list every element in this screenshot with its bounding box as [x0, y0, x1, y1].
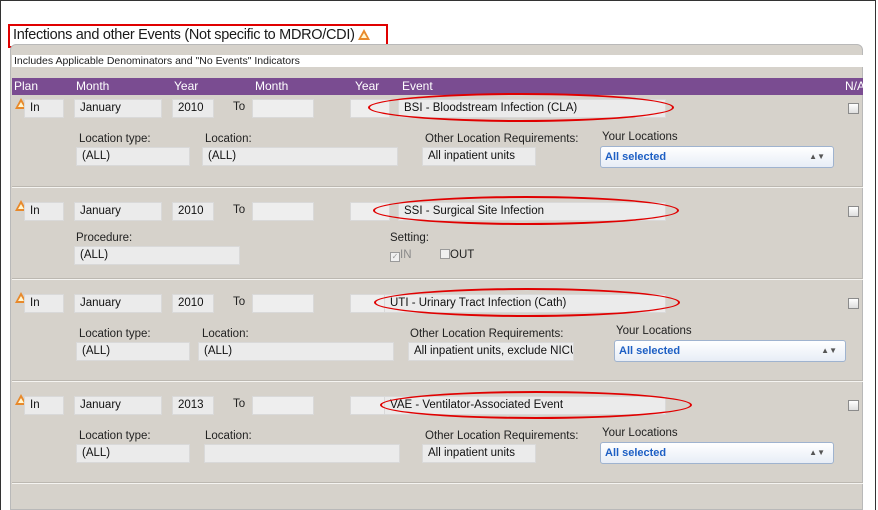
na-checkbox[interactable]	[848, 206, 859, 217]
start-month-field[interactable]: January	[74, 202, 162, 221]
location-label: Location:	[205, 133, 252, 145]
setting-out-label: OUT	[450, 249, 475, 261]
location-type-label: Location type:	[79, 328, 151, 340]
col-year-end: Year	[355, 79, 380, 93]
col-month-start: Month	[76, 79, 110, 93]
your-locations-label: Your Locations	[602, 427, 678, 439]
start-year-field[interactable]: 2010	[172, 294, 214, 313]
setting-in-option[interactable]: ✓ IN	[390, 249, 412, 262]
na-checkbox[interactable]	[848, 103, 859, 114]
end-month-field[interactable]	[252, 294, 314, 313]
start-month-field[interactable]: January	[74, 294, 162, 313]
procedure-field[interactable]: (ALL)	[74, 246, 240, 265]
to-label: To	[233, 398, 246, 410]
start-year-field[interactable]: 2010	[172, 202, 214, 221]
panel-subtitle: Includes Applicable Denominators and "No…	[12, 55, 863, 67]
start-month-field[interactable]: January	[74, 396, 162, 415]
checkbox-icon	[440, 249, 450, 259]
select-arrows-icon: ▲▼	[809, 152, 825, 161]
highlight-ellipse	[368, 93, 674, 122]
row-divider	[12, 380, 863, 382]
warning-triangle-icon	[358, 29, 371, 40]
your-locations-select[interactable]: All selected ▲▼	[600, 146, 834, 168]
section-title-text: Infections and other Events (Not specifi…	[13, 27, 355, 43]
location-field[interactable]	[204, 444, 400, 463]
col-na: N/A	[845, 79, 866, 93]
other-req-field: All inpatient units, exclude NICUs	[408, 342, 574, 361]
highlight-ellipse	[380, 391, 692, 419]
other-req-field: All inpatient units	[422, 444, 536, 463]
plan-field[interactable]: In	[24, 99, 64, 118]
your-locations-label: Your Locations	[602, 131, 678, 143]
start-month-field[interactable]: January	[74, 99, 162, 118]
to-label: To	[233, 296, 246, 308]
location-type-field[interactable]: (ALL)	[76, 147, 190, 166]
plan-field[interactable]: In	[24, 294, 64, 313]
other-req-field: All inpatient units	[422, 147, 536, 166]
your-locations-value: All selected	[605, 447, 667, 459]
plan-field[interactable]: In	[24, 202, 64, 221]
procedure-label: Procedure:	[76, 232, 133, 244]
your-locations-value: All selected	[619, 345, 681, 357]
start-year-field[interactable]: 2013	[172, 396, 214, 415]
column-header-bar: Plan Month Year Month Year Event N/A	[12, 78, 866, 95]
location-label: Location:	[205, 430, 252, 442]
location-type-field[interactable]: (ALL)	[76, 342, 190, 361]
col-event: Event	[402, 79, 433, 93]
your-locations-select[interactable]: All selected ▲▼	[600, 442, 834, 464]
to-label: To	[233, 101, 246, 113]
col-year-start: Year	[174, 79, 199, 93]
select-arrows-icon: ▲▼	[809, 448, 825, 457]
location-field[interactable]: (ALL)	[198, 342, 394, 361]
other-req-label: Other Location Requirements:	[425, 133, 579, 145]
row-divider	[12, 186, 863, 188]
checked-checkbox-icon: ✓	[390, 252, 400, 262]
location-label: Location:	[202, 328, 249, 340]
your-locations-label: Your Locations	[616, 325, 692, 337]
plan-field[interactable]: In	[24, 396, 64, 415]
other-req-label: Other Location Requirements:	[410, 328, 564, 340]
to-label: To	[233, 204, 246, 216]
col-plan: Plan	[14, 79, 39, 93]
your-locations-value: All selected	[605, 151, 667, 163]
setting-out-option[interactable]: OUT	[440, 249, 474, 261]
highlight-ellipse	[374, 288, 680, 317]
location-field[interactable]: (ALL)	[202, 147, 398, 166]
your-locations-select[interactable]: All selected ▲▼	[614, 340, 846, 362]
select-arrows-icon: ▲▼	[821, 346, 837, 355]
other-req-label: Other Location Requirements:	[425, 430, 579, 442]
row-divider	[12, 278, 863, 280]
start-year-field[interactable]: 2010	[172, 99, 214, 118]
location-type-field[interactable]: (ALL)	[76, 444, 190, 463]
end-month-field[interactable]	[252, 202, 314, 221]
col-month-end: Month	[255, 79, 289, 93]
end-month-field[interactable]	[252, 99, 314, 118]
na-checkbox[interactable]	[848, 400, 859, 411]
location-type-label: Location type:	[79, 430, 151, 442]
setting-in-label: IN	[400, 249, 412, 261]
row-divider	[12, 482, 863, 484]
location-type-label: Location type:	[79, 133, 151, 145]
na-checkbox[interactable]	[848, 298, 859, 309]
end-month-field[interactable]	[252, 396, 314, 415]
highlight-ellipse	[373, 196, 679, 225]
setting-label: Setting:	[390, 232, 429, 244]
